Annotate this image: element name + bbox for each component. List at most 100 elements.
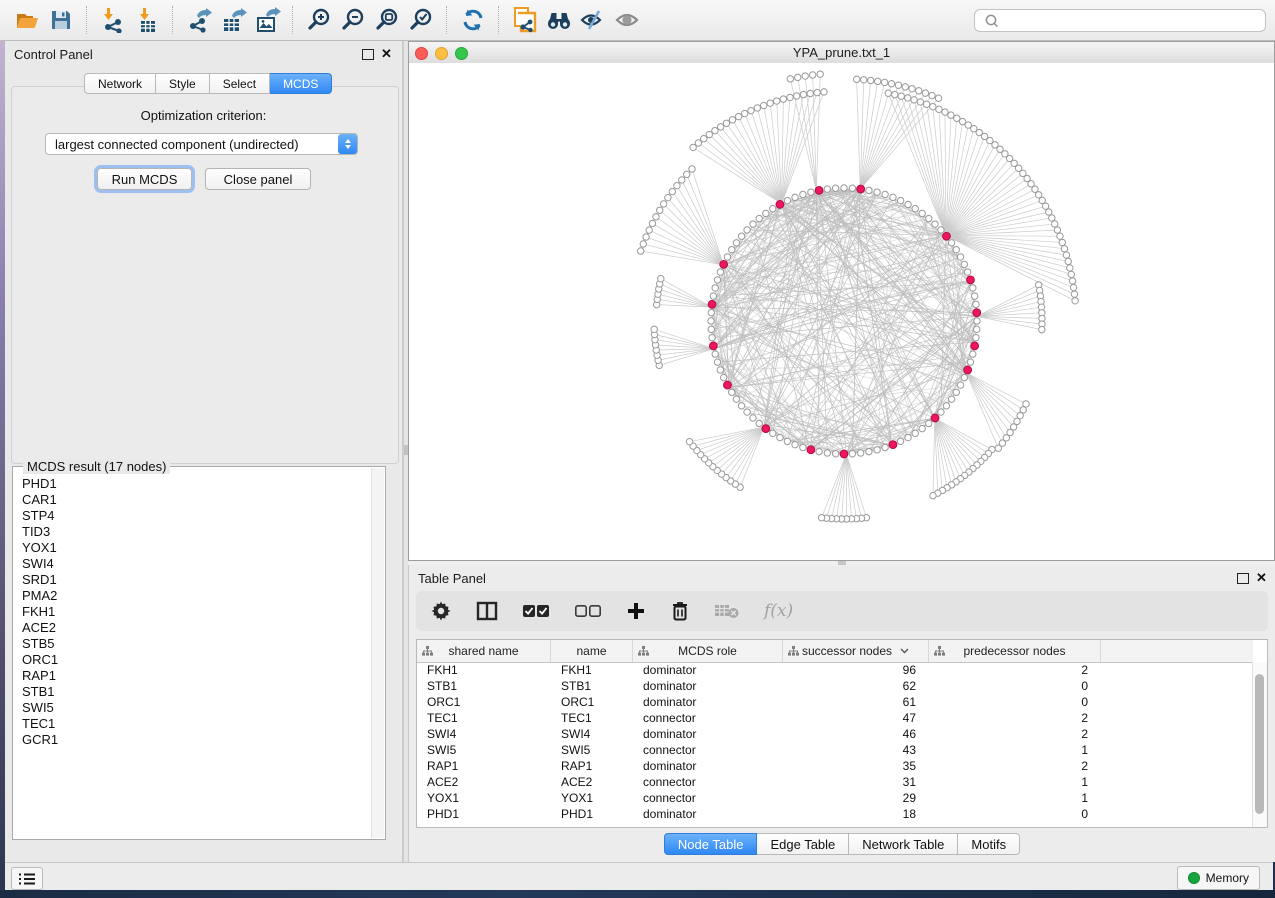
column-settings-gear-icon[interactable] [430,596,452,626]
table-row[interactable]: TEC1TEC1connector472 [417,710,1253,726]
table-row[interactable]: PHD1PHD1dominator180 [417,806,1253,822]
import-network-icon[interactable] [96,5,130,35]
mcds-list-scrollbar[interactable] [371,468,384,838]
search-icon [981,13,1003,29]
tab-motifs[interactable]: Motifs [958,833,1020,855]
table-row[interactable]: SWI4SWI4dominator462 [417,726,1253,742]
mcds-result-list[interactable]: PHD1CAR1STP4TID3YOX1SWI4SRD1PMA2FKH1ACE2… [14,475,371,838]
column-header-shared-name[interactable]: shared name [417,640,551,662]
cell-shared-name: SWI5 [417,742,551,758]
zoom-selected-icon[interactable] [404,5,438,35]
mcds-result-item[interactable]: TEC1 [14,715,371,731]
export-table-icon[interactable] [216,5,250,35]
search-input[interactable] [1003,10,1265,31]
select-all-rows-icon[interactable] [522,596,550,626]
optimization-criterion-select[interactable]: largest connected component (undirected) [45,133,358,155]
table-row[interactable]: FKH1FKH1dominator962 [417,662,1253,678]
mcds-result-item[interactable]: ORC1 [14,651,371,667]
zoom-fit-icon[interactable] [370,5,404,35]
mcds-result-item[interactable]: SRD1 [14,571,371,587]
clone-network-document-icon[interactable] [508,5,542,35]
mcds-result-item[interactable]: SWI5 [14,699,371,715]
table-row[interactable]: ORC1ORC1dominator610 [417,694,1253,710]
table-row[interactable]: YOX1YOX1connector291 [417,790,1253,806]
cell-predecessor-nodes: 2 [929,662,1101,678]
apply-layout-refresh-icon[interactable] [456,5,490,35]
open-folder-icon[interactable] [10,5,44,35]
close-panel-button[interactable]: Close panel [205,168,311,190]
cell-MCDS-role: connector [633,774,783,790]
mcds-result-item[interactable]: PMA2 [14,587,371,603]
task-history-button[interactable] [11,867,43,890]
table-row[interactable]: RAP1RAP1dominator352 [417,758,1253,774]
search-binoculars-icon[interactable] [542,5,576,35]
zoom-out-icon[interactable] [336,5,370,35]
mcds-result-item[interactable]: SWI4 [14,555,371,571]
mcds-result-box: MCDS result (17 nodes) PHD1CAR1STP4TID3Y… [12,466,386,840]
cell-predecessor-nodes: 2 [929,710,1101,726]
network-canvas[interactable] [409,63,1274,560]
cell-name: FKH1 [551,662,633,678]
mcds-result-item[interactable]: PHD1 [14,475,371,491]
mcds-result-item[interactable]: ACE2 [14,619,371,635]
cell-successor-nodes: 35 [783,758,929,774]
cell-shared-name: STB1 [417,678,551,694]
show-graphics-details-icon[interactable] [610,5,644,35]
tab-mcds[interactable]: MCDS [270,73,332,94]
float-panel-icon[interactable] [1237,573,1249,584]
cell-name: RAP1 [551,758,633,774]
cell-name: TEC1 [551,710,633,726]
column-header-name[interactable]: name [551,640,633,662]
mcds-result-item[interactable]: STP4 [14,507,371,523]
mcds-result-item[interactable]: FKH1 [14,603,371,619]
mcds-result-item[interactable]: STB1 [14,683,371,699]
table-row[interactable]: SWI5SWI5connector431 [417,742,1253,758]
table-scrollbar[interactable] [1252,662,1267,827]
network-window-titlebar[interactable]: YPA_prune.txt_1 [409,42,1274,64]
tab-node-table[interactable]: Node Table [664,833,758,855]
delete-column-icon[interactable] [670,596,690,626]
network-window-title: YPA_prune.txt_1 [409,45,1274,60]
table-row[interactable]: ACE2ACE2connector311 [417,774,1253,790]
cell-MCDS-role: dominator [633,694,783,710]
deselect-all-rows-icon[interactable] [574,596,602,626]
function-builder-icon: f(x) [764,596,793,626]
scrollbar-thumb[interactable] [1255,674,1264,814]
mcds-result-item[interactable]: RAP1 [14,667,371,683]
table-body: FKH1FKH1dominator962STB1STB1dominator620… [417,662,1253,827]
show-panels-icon[interactable] [476,596,498,626]
export-network-icon[interactable] [182,5,216,35]
import-table-icon[interactable] [130,5,164,35]
mcds-result-item[interactable]: TID3 [14,523,371,539]
export-image-icon[interactable] [250,5,284,35]
cell-MCDS-role: dominator [633,662,783,678]
memory-button[interactable]: Memory [1177,866,1260,890]
tab-select[interactable]: Select [210,73,270,94]
save-icon[interactable] [44,5,78,35]
tab-edge-table[interactable]: Edge Table [757,833,849,855]
close-panel-icon[interactable]: ✕ [381,46,392,61]
hide-graphics-details-icon[interactable] [576,5,610,35]
cell-successor-nodes: 96 [783,662,929,678]
mcds-result-item[interactable]: STB5 [14,635,371,651]
mcds-result-item[interactable]: YOX1 [14,539,371,555]
selected-option-label: largest connected component (undirected) [46,137,338,152]
cell-successor-nodes: 29 [783,790,929,806]
close-panel-icon[interactable]: ✕ [1256,570,1267,585]
add-column-icon[interactable] [626,596,646,626]
mcds-result-item[interactable]: GCR1 [14,731,371,747]
toolbar-search-field[interactable] [974,9,1266,32]
tab-network[interactable]: Network [84,73,156,94]
tab-style[interactable]: Style [156,73,210,94]
table-row[interactable]: STB1STB1dominator620 [417,678,1253,694]
column-header-MCDS-role[interactable]: MCDS role [633,640,783,662]
zoom-in-icon[interactable] [302,5,336,35]
cell-shared-name: ACE2 [417,774,551,790]
run-mcds-button[interactable]: Run MCDS [97,168,192,190]
delete-table-icon [714,596,740,626]
column-header-successor-nodes[interactable]: successor nodes [783,640,929,662]
mcds-result-item[interactable]: CAR1 [14,491,371,507]
tab-network-table[interactable]: Network Table [849,833,958,855]
float-panel-icon[interactable] [362,49,374,60]
column-header-predecessor-nodes[interactable]: predecessor nodes [929,640,1101,662]
